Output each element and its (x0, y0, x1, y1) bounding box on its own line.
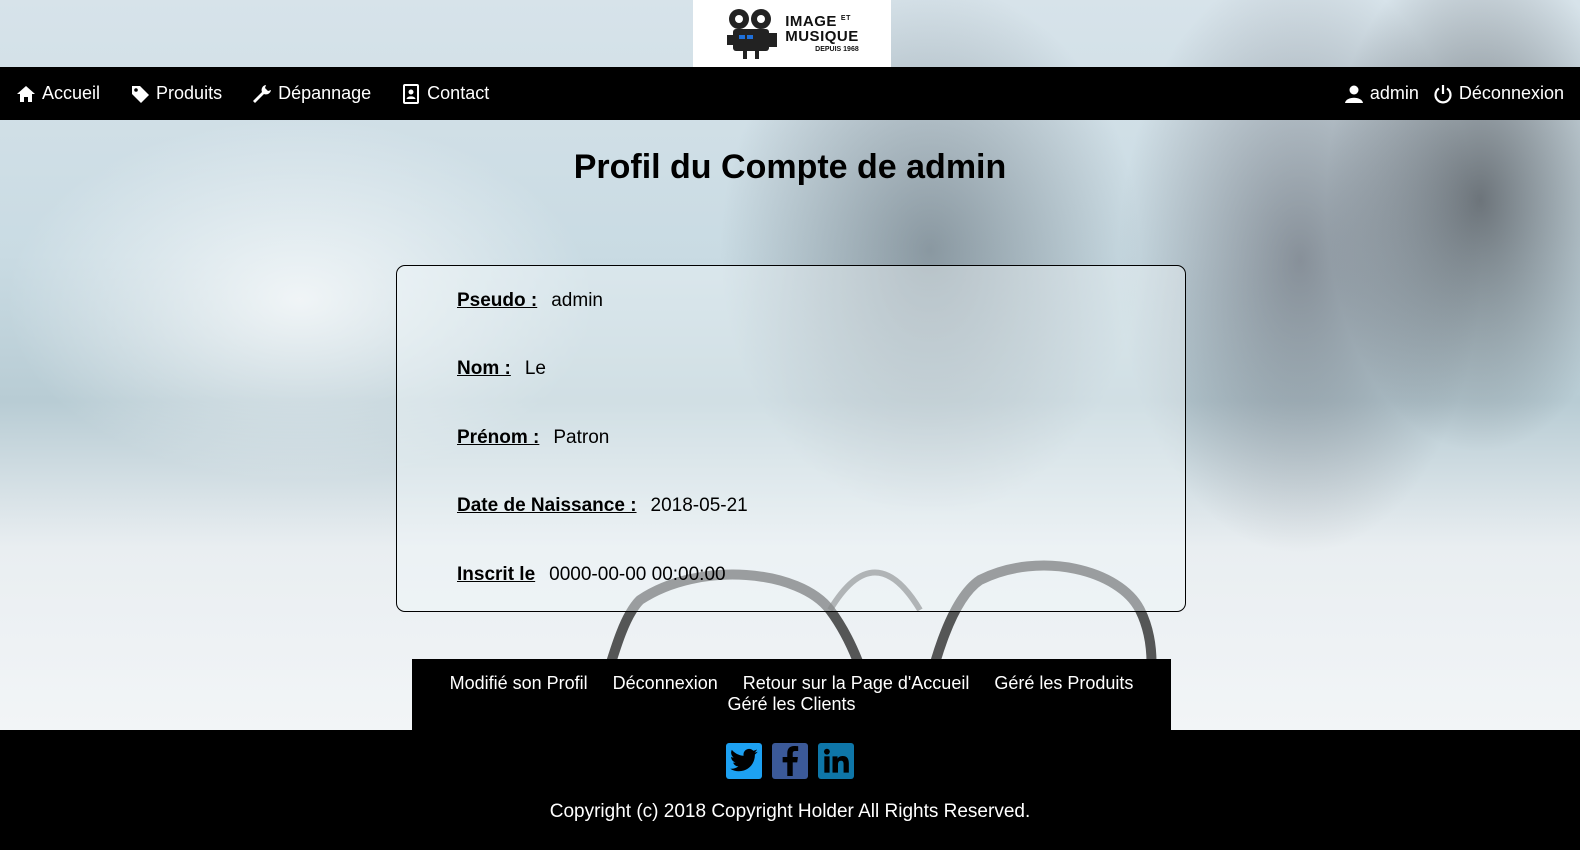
profile-field-prenom: Prénom : Patron (457, 427, 609, 449)
nav-contact[interactable]: Contact (401, 83, 489, 104)
nav-home-label: Accueil (42, 83, 101, 103)
logo-line2: MUSIQUE (785, 28, 859, 45)
page-title: Profil du Compte de admin (573, 148, 1007, 186)
profile-field-birthdate: Date de Naissance : 2018-05-21 (457, 495, 748, 517)
tag-icon (132, 85, 150, 103)
field-value: 2018-05-21 (650, 495, 748, 516)
nav-repair-label: Dépannage (278, 83, 372, 103)
home-icon (17, 85, 35, 102)
nav-logout-label: Déconnexion (1458, 83, 1564, 103)
camera-icon (727, 8, 778, 59)
field-value: Patron (553, 427, 610, 448)
field-label: Prénom : (457, 427, 540, 448)
social-links (0, 743, 1580, 779)
logo-line1-sup: ET (840, 15, 851, 22)
profile-field-nom: Nom : Le (457, 358, 546, 380)
back-home-link[interactable]: Retour sur la Page d'Accueil (743, 673, 970, 693)
logout-link[interactable]: Déconnexion (613, 673, 718, 693)
field-label: Nom : (457, 358, 511, 379)
user-icon (1344, 85, 1363, 103)
nav-user[interactable]: admin (1344, 83, 1419, 104)
field-label: Inscrit le (457, 564, 536, 585)
profile-field-pseudo: Pseudo : admin (457, 290, 603, 312)
linkedin-icon[interactable] (818, 743, 854, 779)
field-value: Le (524, 358, 546, 379)
field-label: Date de Naissance : (457, 495, 637, 516)
site-logo[interactable]: IMAGE ET MUSIQUE DEPUIS 1968 (693, 0, 891, 67)
field-label: Pseudo : (457, 290, 538, 311)
nav-user-label: admin (1369, 83, 1419, 103)
nav-repair[interactable]: Dépannage (252, 83, 371, 104)
account-actions: Modifié son Profil Déconnexion Retour su… (412, 659, 1171, 731)
nav-products-label: Produits (156, 83, 223, 103)
address-book-icon (403, 83, 420, 104)
nav-logout[interactable]: Déconnexion (1433, 83, 1564, 104)
field-value: 0000-00-00 00:00:00 (549, 564, 726, 585)
manage-products-link[interactable]: Géré les Produits (994, 673, 1133, 693)
wrench-icon (253, 84, 272, 103)
field-value: admin (551, 290, 603, 311)
facebook-icon[interactable] (772, 743, 808, 779)
profile-card: Pseudo : admin Nom : Le Prénom : Patron Dat… (396, 265, 1186, 612)
twitter-icon[interactable] (726, 743, 762, 779)
main-navbar: Accueil Produits Dépannage Contact admin… (0, 67, 1580, 120)
nav-contact-label: Contact (427, 83, 490, 103)
logo-tagline: DEPUIS 1968 (815, 46, 859, 53)
footer: Copyright (c) 2018 Copyright Holder All … (0, 731, 1580, 850)
copyright: Copyright (c) 2018 Copyright Holder All … (549, 801, 1031, 822)
nav-products[interactable]: Produits (130, 83, 222, 104)
edit-profile-link[interactable]: Modifié son Profil (450, 673, 588, 693)
nav-home[interactable]: Accueil (16, 83, 100, 104)
manage-clients-link[interactable]: Géré les Clients (727, 694, 855, 714)
power-icon (1434, 84, 1452, 103)
profile-field-registered: Inscrit le 0000-00-00 00:00:00 (457, 564, 726, 586)
